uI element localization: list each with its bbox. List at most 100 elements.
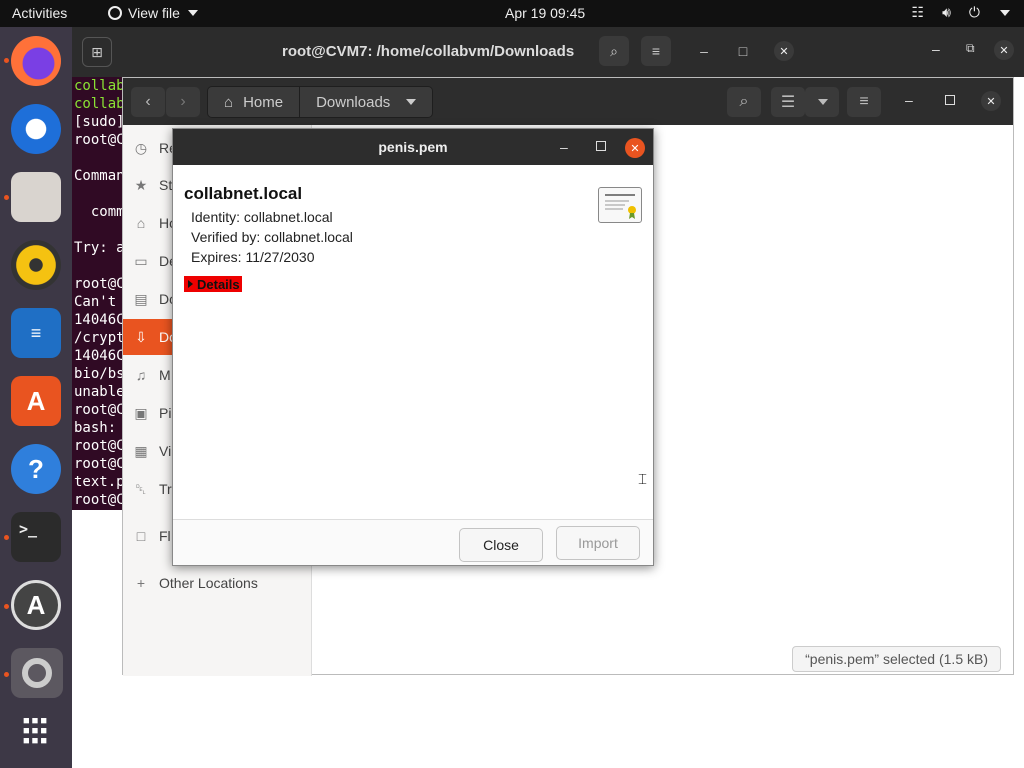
floppy-icon: □	[136, 528, 146, 544]
sidebar-item-label: M	[159, 367, 171, 383]
star-icon: ★	[134, 176, 148, 193]
view-options-button[interactable]	[805, 87, 839, 117]
home-icon: ⌂	[136, 215, 146, 231]
show-applications-icon[interactable]: ■■■ ■■■ ■■■	[11, 712, 61, 762]
running-indicator	[4, 195, 9, 200]
desktop-icon: ▭	[134, 252, 148, 269]
documents-icon: ▤	[134, 290, 148, 307]
files-icon[interactable]	[11, 172, 61, 222]
dock: ≡ A ? >_ A ■■■ ■■■ ■■■	[0, 27, 72, 768]
downloads-icon: ⇩	[135, 328, 147, 345]
maximize-icon[interactable]: □	[728, 36, 758, 66]
system-tray[interactable]: ☷ 🔊︎ ⏻	[912, 4, 1010, 21]
music-icon: ♫	[135, 367, 147, 383]
certificate-dialog: penis.pem – ✕ collabnet.local Identity: …	[172, 128, 654, 566]
background-window-controls: – ⧉ ✕	[808, 27, 1024, 77]
chevron-down-icon	[1000, 10, 1010, 16]
close-icon[interactable]: ✕	[769, 36, 799, 66]
top-bar: Activities View file Apr 19 09:45 ☷ 🔊︎ ⏻	[0, 0, 1024, 27]
activities-button[interactable]: Activities	[12, 5, 67, 21]
terminal-title: root@CVM7: /home/collabvm/Downloads	[282, 43, 575, 60]
sidebar-item-label: Other Locations	[159, 575, 258, 591]
settings-icon[interactable]	[11, 648, 63, 698]
search-icon[interactable]: ⌕	[599, 36, 629, 66]
network-icon: ☷	[911, 4, 925, 20]
sidebar-item-label: St	[159, 177, 173, 193]
details-label: Details	[197, 276, 240, 292]
view-list-button[interactable]: ☰	[771, 87, 805, 117]
videos-icon: ▦	[134, 442, 148, 459]
terminal-icon[interactable]: >_	[11, 512, 61, 562]
chevron-down-icon	[818, 99, 828, 105]
terminal-line: collab	[74, 96, 125, 112]
new-tab-icon[interactable]: ⊞	[82, 37, 112, 67]
close-icon[interactable]: ✕	[625, 138, 645, 158]
libreoffice-writer-icon[interactable]: ≡	[11, 308, 61, 358]
path-home[interactable]: ⌂ Home	[208, 87, 300, 117]
pictures-icon: ▣	[134, 404, 148, 421]
recent-icon: ◷	[134, 139, 148, 156]
close-icon[interactable]: ✕	[994, 40, 1014, 60]
dialog-title: penis.pem	[378, 139, 448, 155]
status-bar: “penis.pem” selected (1.5 kB)	[792, 646, 1001, 672]
back-button[interactable]: ‹	[131, 87, 165, 117]
search-button[interactable]: ⌕	[727, 87, 761, 117]
ubuntu-software-icon[interactable]: A	[11, 376, 61, 426]
forward-button[interactable]: ›	[166, 87, 200, 117]
terminal-line: comm	[74, 204, 125, 220]
trash-icon: ␡	[135, 480, 147, 497]
sidebar-item[interactable]: + Other Locations	[123, 565, 312, 601]
terminal-output[interactable]: collab collab [sudo] root@C Comman comm Try: …	[74, 77, 125, 509]
minimize-icon[interactable]: –	[689, 36, 719, 66]
menu-icon[interactable]: ≡	[641, 36, 671, 66]
plus-icon: +	[136, 575, 146, 591]
thunderbird-icon[interactable]	[11, 104, 61, 154]
terminal-line: bio/bs	[74, 366, 125, 382]
close-button[interactable]: Close	[459, 528, 543, 562]
software-updater-icon[interactable]: A	[11, 580, 61, 630]
files-header: ‹ › ⌂ Home Downloads ⌕ ☰ ≡ – ✕	[123, 78, 1013, 125]
terminal-line: bash:	[74, 420, 125, 436]
menu-button[interactable]: ≡	[847, 87, 881, 117]
terminal-line: root@C	[74, 132, 125, 148]
import-button[interactable]: Import	[556, 526, 640, 560]
close-icon[interactable]: ✕	[981, 91, 1001, 111]
running-indicator	[4, 535, 9, 540]
certificate-name: collabnet.local	[184, 184, 303, 203]
text-cursor-icon: ⌶	[638, 471, 648, 488]
app-menu[interactable]: View file	[108, 5, 198, 21]
minimize-icon[interactable]: –	[905, 92, 913, 108]
restore-icon[interactable]: ⧉	[966, 41, 975, 56]
terminal-line: 14046C	[74, 348, 125, 364]
minimize-icon[interactable]: –	[932, 41, 940, 57]
terminal-line: Try: a	[74, 240, 125, 256]
terminal-line: root@C	[74, 492, 125, 508]
path-downloads[interactable]: Downloads	[300, 87, 433, 117]
terminal-line: /crypt	[74, 330, 125, 346]
minimize-icon[interactable]: –	[560, 139, 568, 155]
sidebar-item-label: Pi	[159, 405, 172, 421]
rhythmbox-icon[interactable]	[11, 240, 61, 290]
help-icon[interactable]: ?	[11, 444, 61, 494]
home-icon: ⌂	[224, 93, 234, 111]
terminal-line: collab	[74, 78, 125, 94]
terminal-line: root@C	[74, 456, 125, 472]
running-indicator	[4, 604, 9, 609]
firefox-icon[interactable]	[11, 36, 61, 86]
path-bar: ⌂ Home Downloads	[207, 86, 434, 118]
power-icon: ⏻	[968, 4, 980, 20]
maximize-icon[interactable]	[596, 141, 606, 151]
app-menu-icon	[108, 6, 122, 20]
expander-arrow-icon	[188, 280, 193, 288]
clock[interactable]: Apr 19 09:45	[505, 5, 585, 21]
terminal-line: root@C	[74, 402, 125, 418]
chevron-down-icon	[187, 10, 198, 16]
sidebar-item-label: Tr	[159, 481, 172, 497]
maximize-icon[interactable]	[945, 95, 955, 105]
volume-icon: 🔊︎	[942, 4, 951, 20]
details-expander[interactable]: Details	[184, 276, 242, 292]
